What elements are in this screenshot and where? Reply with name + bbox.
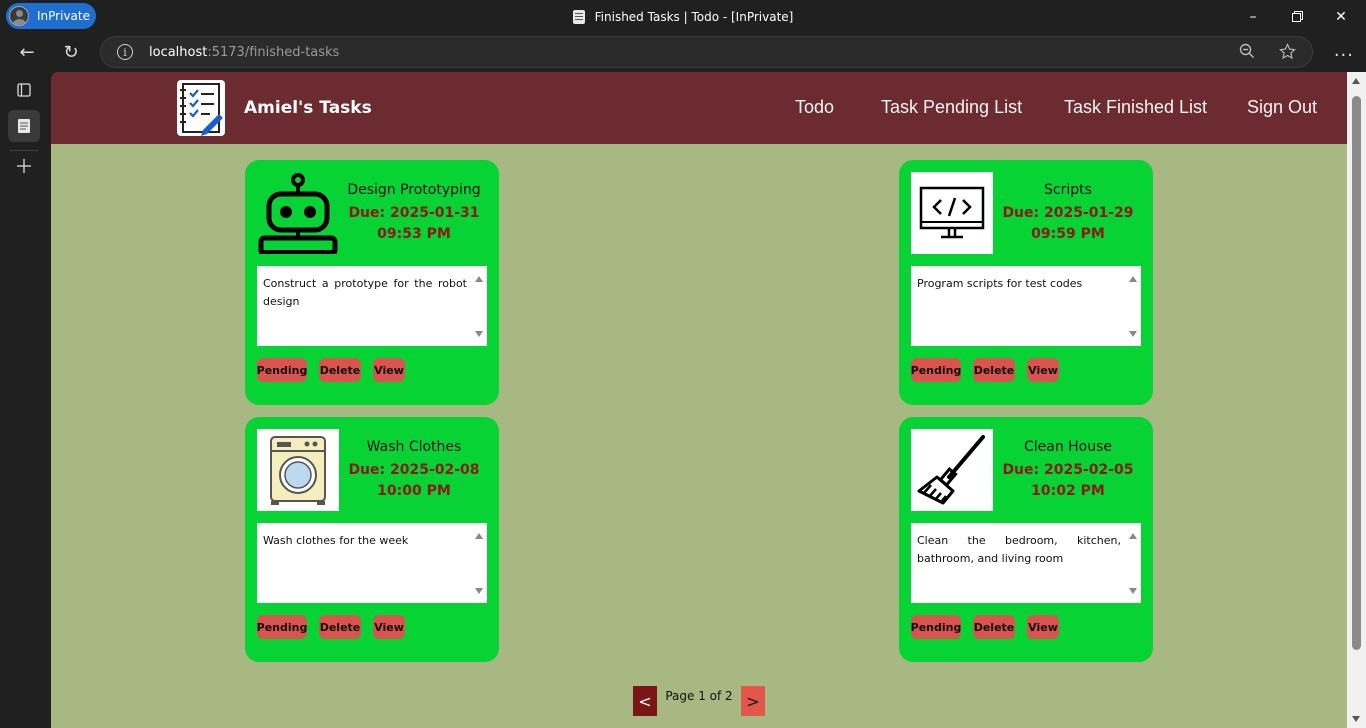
browser-toolbar: ← ↻ i localhost:5173/finished-tasks ··· (0, 33, 1366, 72)
app-header: Amiel's Tasks Todo Task Pending List Tas… (51, 72, 1347, 144)
inprivate-badge[interactable]: InPrivate (6, 3, 96, 29)
task-title: Scripts (1044, 182, 1092, 198)
scroll-up-icon[interactable] (475, 276, 483, 282)
pending-button[interactable]: Pending (257, 615, 307, 639)
delete-button[interactable]: Delete (319, 615, 361, 639)
task-due-time: 09:53 PM (377, 226, 451, 242)
nav-todo[interactable]: Todo (795, 97, 834, 118)
scroll-up-arrow-icon[interactable] (1352, 78, 1360, 84)
more-menu-icon[interactable]: ··· (1334, 45, 1354, 66)
view-button[interactable]: View (1027, 615, 1059, 639)
inprivate-label: InPrivate (37, 9, 90, 23)
back-arrow-icon[interactable]: ← (12, 37, 42, 67)
window-title: Finished Tasks | Todo - [InPrivate] (0, 0, 1366, 33)
scroll-up-icon[interactable] (1129, 276, 1137, 282)
zoom-out-icon[interactable] (1239, 43, 1255, 63)
minimize-icon[interactable]: – (1230, 0, 1276, 33)
task-description: Wash clothes for the week (263, 534, 409, 547)
robot-icon (257, 172, 339, 254)
view-button[interactable]: View (373, 615, 405, 639)
task-card: Clean House Due: 2025-02-05 10:02 PM Clea… (899, 417, 1153, 662)
scroll-down-arrow-icon[interactable] (1352, 716, 1360, 722)
window-title-text: Finished Tasks | Todo - [InPrivate] (594, 9, 794, 24)
browser-title-bar: InPrivate Finished Tasks | Todo - [InPri… (0, 0, 1366, 33)
task-due: Due: 2025-01-31 09:53 PM (341, 203, 487, 245)
delete-button[interactable]: Delete (973, 358, 1015, 382)
scroll-down-icon[interactable] (475, 588, 483, 594)
scroll-down-icon[interactable] (1129, 588, 1137, 594)
task-description: Construct a prototype for the robot desi… (263, 277, 467, 308)
task-due-time: 10:00 PM (377, 483, 451, 499)
page-scrollbar[interactable] (1347, 72, 1366, 728)
page-viewport: Amiel's Tasks Todo Task Pending List Tas… (51, 72, 1366, 728)
prev-page-button[interactable]: < (633, 686, 657, 716)
task-due-date: Due: 2025-01-31 (348, 205, 480, 221)
view-button[interactable]: View (373, 358, 405, 382)
task-description-box[interactable]: Wash clothes for the week (257, 523, 487, 603)
task-due: Due: 2025-02-08 10:00 PM (341, 460, 487, 502)
page-indicator: Page 1 of 2 (665, 689, 733, 703)
nav-task-finished-list[interactable]: Task Finished List (1064, 97, 1207, 118)
new-tab-plus-icon[interactable] (8, 150, 40, 182)
refresh-icon[interactable]: ↻ (56, 37, 86, 67)
scroll-up-icon[interactable] (1129, 533, 1137, 539)
brand-name[interactable]: Amiel's Tasks (244, 98, 372, 118)
task-description: Clean the bedroom, kitchen, bathroom, an… (917, 534, 1121, 565)
nav-task-pending-list[interactable]: Task Pending List (881, 97, 1022, 118)
task-due-date: Due: 2025-02-05 (1002, 462, 1134, 478)
washing-machine-icon (257, 429, 339, 511)
task-due: Due: 2025-01-29 09:59 PM (995, 203, 1141, 245)
task-card: Design Prototyping Due: 2025-01-31 09:53 … (245, 160, 499, 405)
pending-button[interactable]: Pending (257, 358, 307, 382)
checklist-logo-icon[interactable] (177, 80, 225, 136)
task-due-date: Due: 2025-01-29 (1002, 205, 1134, 221)
task-due-time: 09:59 PM (1031, 226, 1105, 242)
delete-button[interactable]: Delete (973, 615, 1015, 639)
task-title: Design Prototyping (347, 182, 481, 198)
tab-actions-icon[interactable] (8, 74, 40, 106)
delete-button[interactable]: Delete (319, 358, 361, 382)
scroll-up-icon[interactable] (475, 533, 483, 539)
code-monitor-icon (911, 172, 993, 254)
next-page-button[interactable]: > (741, 686, 765, 716)
restore-icon[interactable] (1274, 0, 1320, 33)
pending-button[interactable]: Pending (911, 615, 961, 639)
notepad-favicon-icon (572, 9, 585, 24)
browser-sidebar (0, 72, 51, 728)
scrollbar-thumb[interactable] (1352, 96, 1361, 650)
close-icon[interactable]: ✕ (1318, 0, 1364, 33)
task-description-box[interactable]: Program scripts for test codes (911, 266, 1141, 346)
task-due: Due: 2025-02-05 10:02 PM (995, 460, 1141, 502)
url-host: localhost (149, 45, 208, 60)
url-path: :5173/finished-tasks (207, 45, 340, 60)
task-description: Program scripts for test codes (917, 277, 1083, 290)
favorite-star-icon[interactable] (1279, 43, 1296, 64)
view-button[interactable]: View (1027, 358, 1059, 382)
broom-icon (911, 429, 993, 511)
task-description-box[interactable]: Construct a prototype for the robot desi… (257, 266, 487, 346)
task-due-time: 10:02 PM (1031, 483, 1105, 499)
site-info-icon[interactable]: i (117, 44, 133, 60)
pending-button[interactable]: Pending (911, 358, 961, 382)
profile-avatar (9, 6, 29, 26)
task-title: Clean House (1023, 439, 1113, 455)
nav-sign-out[interactable]: Sign Out (1247, 97, 1317, 118)
scroll-down-icon[interactable] (1129, 331, 1137, 337)
task-due-date: Due: 2025-02-08 (348, 462, 480, 478)
url-text[interactable]: localhost:5173/finished-tasks (149, 45, 339, 60)
address-bar[interactable]: i localhost:5173/finished-tasks (100, 36, 1313, 68)
task-description-box[interactable]: Clean the bedroom, kitchen, bathroom, an… (911, 523, 1141, 603)
scroll-down-icon[interactable] (475, 331, 483, 337)
task-card: Scripts Due: 2025-01-29 09:59 PM Program … (899, 160, 1153, 405)
sidebar-tab-notepad-icon[interactable] (8, 110, 40, 142)
task-title: Wash Clothes (366, 439, 462, 455)
task-card: Wash Clothes Due: 2025-02-08 10:00 PM Was… (245, 417, 499, 662)
